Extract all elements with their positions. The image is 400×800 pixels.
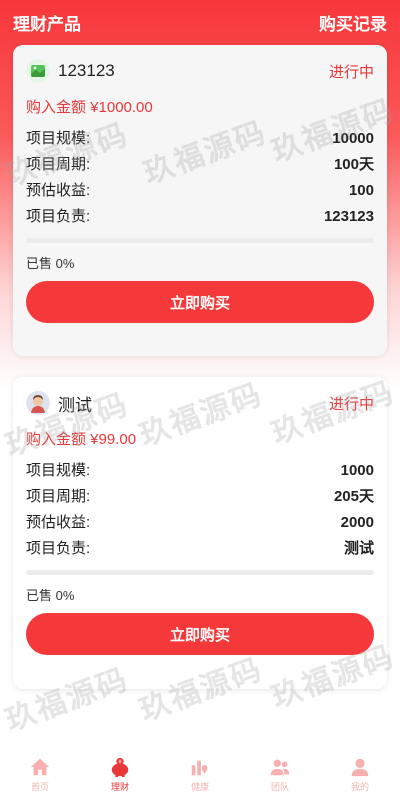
product-card-header: 123123 进行中: [26, 45, 374, 97]
health-icon: [191, 760, 208, 775]
product-card-header: 测试 进行中: [26, 377, 374, 429]
detail-value: 100天: [333, 156, 374, 173]
top-bar: 理财产品 购买记录: [0, 0, 400, 44]
detail-label: 预估收益:: [26, 514, 91, 531]
detail-value: 1000: [340, 462, 374, 479]
detail-rows: 项目规模: 1000 项目周期: 205天 预估收益: 2000 项目负责: 测…: [26, 458, 374, 562]
person-avatar-icon: [26, 391, 50, 415]
tab-finance[interactable]: ¥ 理财: [90, 756, 150, 793]
detail-value: 测试: [343, 540, 374, 557]
tab-label: 首页: [30, 781, 49, 792]
status-badge: 进行中: [328, 63, 374, 81]
tab-label: 我的: [350, 781, 369, 792]
sold-percentage: 已售 0%: [26, 588, 75, 603]
user-icon: [351, 758, 369, 776]
sales-progress-bar: [26, 238, 374, 243]
detail-label: 项目负责:: [26, 208, 91, 225]
detail-row: 项目负责: 测试: [26, 536, 374, 562]
bottom-tab-bar: 首页 ¥ 理财 健康 团队 我的: [0, 748, 400, 800]
tab-health[interactable]: 健康: [170, 756, 230, 793]
tab-label: 团队: [270, 781, 289, 792]
detail-value: 123123: [323, 208, 374, 225]
team-icon: [270, 759, 290, 775]
detail-row: 项目周期: 100天: [26, 152, 374, 178]
detail-value: 100: [348, 182, 374, 199]
detail-value: 10000: [332, 130, 374, 147]
detail-row: 项目周期: 205天: [26, 484, 374, 510]
detail-value: 2000: [340, 514, 374, 531]
buy-amount: 购入金额 ¥1000.00: [26, 99, 153, 116]
home-icon: [30, 758, 50, 775]
detail-row: 项目规模: 1000: [26, 458, 374, 484]
product-card: 123123 进行中 购入金额 ¥1000.00 项目规模: 10000 项目周…: [13, 45, 387, 356]
buy-now-button[interactable]: 立即购买: [26, 613, 374, 655]
green-landscape-icon: [26, 59, 50, 83]
buy-now-button[interactable]: 立即购买: [26, 281, 374, 323]
svg-text:¥: ¥: [118, 759, 122, 765]
detail-row: 项目规模: 10000: [26, 126, 374, 152]
sold-percentage: 已售 0%: [26, 256, 75, 271]
tab-mine[interactable]: 我的: [330, 756, 390, 793]
purchase-records-link[interactable]: 购买记录: [319, 10, 387, 35]
piggy-bank-icon: ¥: [111, 757, 129, 777]
detail-label: 预估收益:: [26, 182, 91, 199]
detail-label: 项目规模:: [26, 130, 91, 147]
detail-rows: 项目规模: 10000 项目周期: 100天 预估收益: 100 项目负责: 1…: [26, 126, 374, 230]
detail-row: 预估收益: 100: [26, 178, 374, 204]
detail-row: 项目负责: 123123: [26, 204, 374, 230]
tab-label: 健康: [190, 781, 209, 792]
tab-team[interactable]: 团队: [250, 756, 310, 793]
detail-label: 项目负责:: [26, 540, 91, 557]
product-card: 测试 进行中 购入金额 ¥99.00 项目规模: 1000 项目周期: 205天…: [13, 377, 387, 689]
status-badge: 进行中: [328, 395, 374, 413]
detail-value: 205天: [333, 488, 374, 505]
tab-home[interactable]: 首页: [10, 756, 70, 793]
product-name: 测试: [58, 395, 92, 415]
sales-progress-bar: [26, 570, 374, 575]
detail-label: 项目周期:: [26, 488, 91, 505]
buy-amount: 购入金额 ¥99.00: [26, 431, 137, 448]
detail-label: 项目周期:: [26, 156, 91, 173]
page-title: 理财产品: [13, 14, 81, 34]
tab-label: 理财: [110, 781, 129, 792]
product-name: 123123: [58, 61, 115, 80]
detail-row: 预估收益: 2000: [26, 510, 374, 536]
detail-label: 项目规模:: [26, 462, 91, 479]
